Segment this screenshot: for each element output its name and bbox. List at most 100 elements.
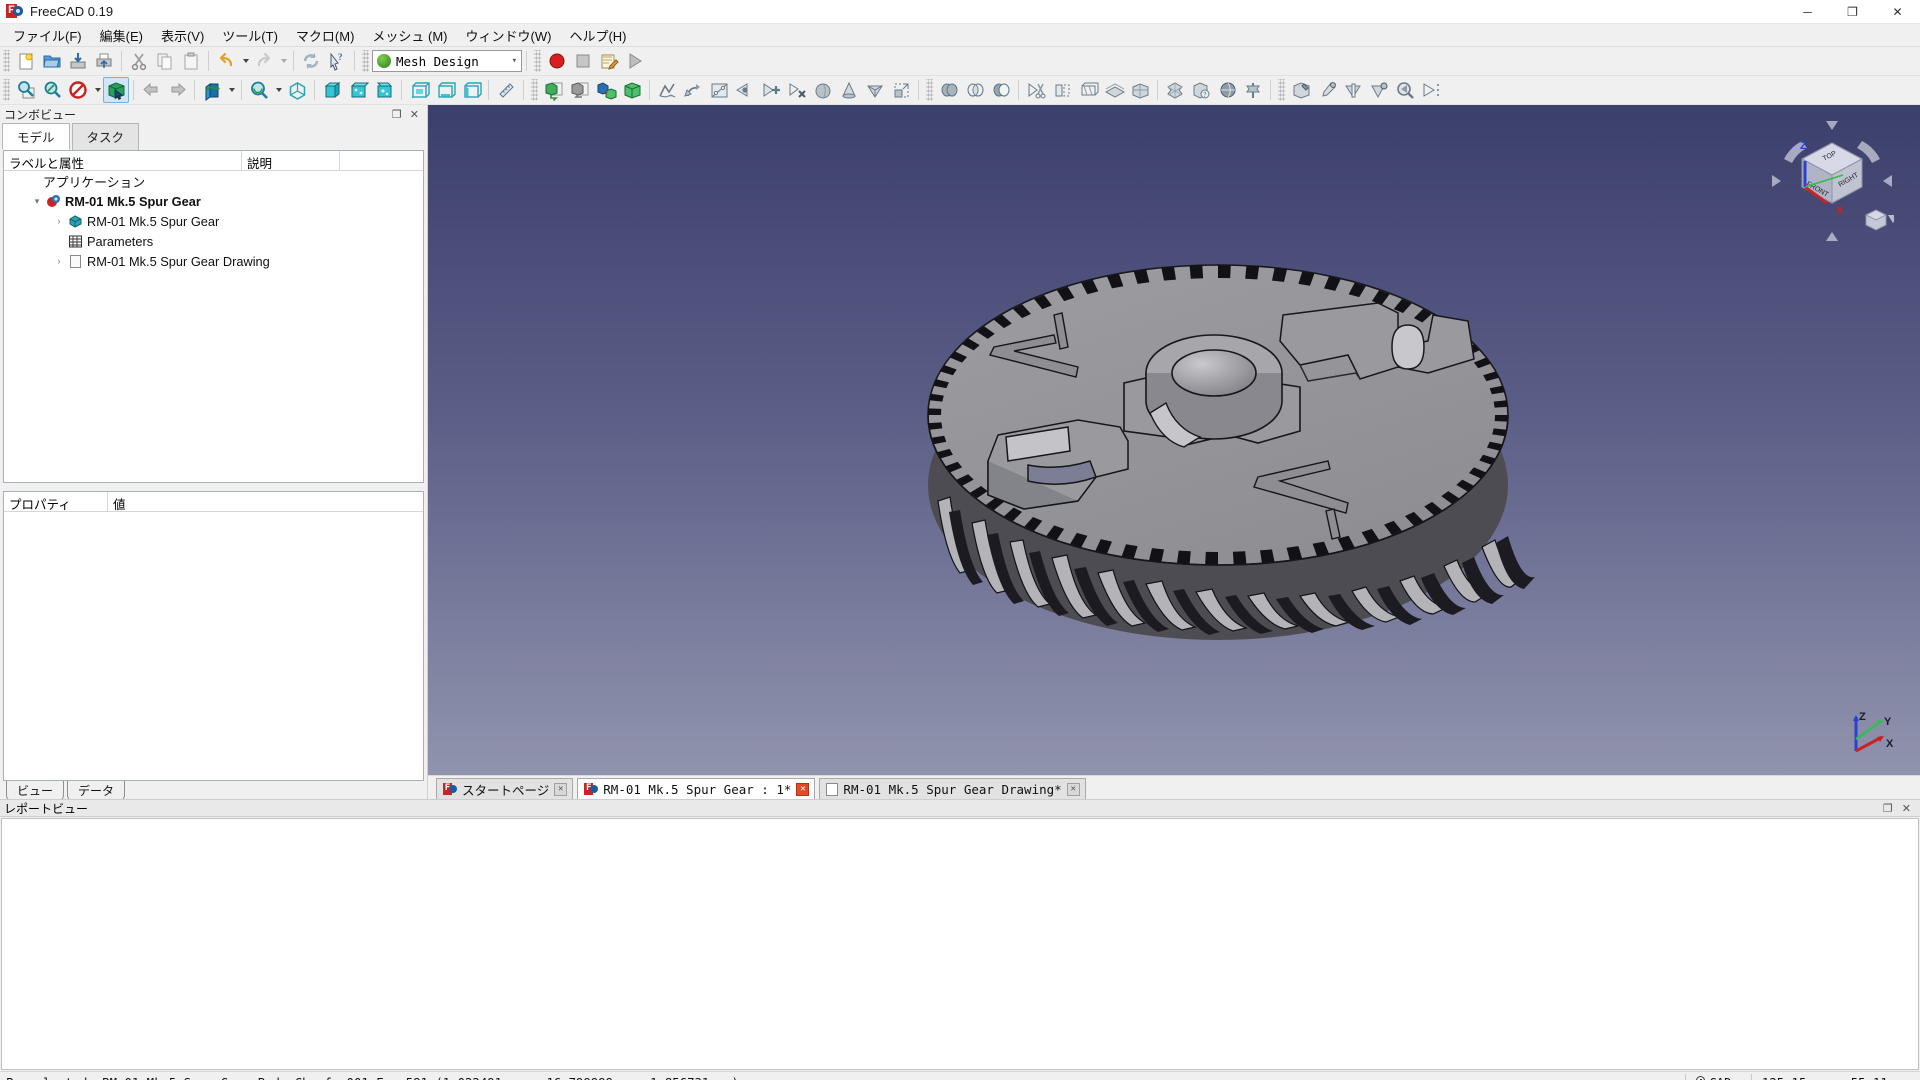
tree-item[interactable]: ▾ RM-01 Mk.5 Spur Gear [4, 191, 423, 211]
record-macro-button[interactable] [544, 48, 570, 74]
document-tab[interactable]: F スタートページ ✕ [436, 778, 574, 799]
save-document-button[interactable] [65, 48, 91, 74]
menu-file[interactable]: ファイル(F) [4, 23, 91, 48]
minimize-button[interactable]: ─ [1785, 0, 1830, 24]
import-mesh-button[interactable] [541, 77, 567, 103]
tree-expander-icon[interactable]: › [52, 256, 66, 266]
mesh-to-shape-button[interactable] [619, 77, 645, 103]
menu-window[interactable]: ウィンドウ(W) [457, 23, 561, 48]
curvature-plot-button[interactable] [1240, 77, 1266, 103]
regular-solid-cone-button[interactable] [836, 77, 862, 103]
report-view-output[interactable] [1, 818, 1919, 1070]
document-tab[interactable]: F RM-01 Mk.5 Spur Gear : 1* ✕ [577, 778, 816, 799]
top-view-button[interactable] [345, 77, 371, 103]
new-document-button[interactable] [13, 48, 39, 74]
front-view-button[interactable] [319, 77, 345, 103]
menu-macro[interactable]: マクロ(M) [287, 23, 364, 48]
navigation-style-selector[interactable]: CAD ▾ [1685, 1073, 1751, 1080]
model-tree[interactable]: ラベルと属性 説明 アプリケーション ▾ RM-01 Mk.5 Spur Gear ›… [3, 150, 424, 483]
tree-item[interactable]: アプリケーション [4, 171, 423, 191]
select-box-button[interactable] [103, 77, 129, 103]
regular-solid-sphere-button[interactable] [810, 77, 836, 103]
draw-style-button[interactable] [65, 77, 91, 103]
toolbar-grip-mesh[interactable] [531, 79, 538, 101]
std-views-button[interactable] [199, 77, 225, 103]
rear-view-button[interactable] [406, 77, 432, 103]
copy-button[interactable] [152, 48, 178, 74]
maximize-button[interactable]: ❐ [1830, 0, 1875, 24]
previous-view-button[interactable] [138, 77, 164, 103]
combo-tab-tasks[interactable]: タスク [71, 123, 140, 150]
cut-mesh-button[interactable] [1049, 77, 1075, 103]
navigation-cube[interactable]: TOP FRONT RIGHT Z X [1770, 119, 1898, 243]
shape-to-mesh-button[interactable] [593, 77, 619, 103]
cross-sections-button[interactable] [1101, 77, 1127, 103]
inspect-button[interactable] [1392, 77, 1418, 103]
boundings-info-button[interactable] [1366, 77, 1392, 103]
combo-tab-model[interactable]: モデル [2, 123, 70, 150]
edit-macro-button[interactable] [596, 48, 622, 74]
toolbar-grip-analyze[interactable] [1278, 79, 1285, 101]
right-view-button[interactable] [371, 77, 397, 103]
add-triangle-button[interactable] [758, 77, 784, 103]
toolbar-grip[interactable] [3, 50, 10, 72]
bottom-view-button[interactable] [432, 77, 458, 103]
flip-normals-button[interactable] [706, 77, 732, 103]
isometric-view-button[interactable] [284, 77, 310, 103]
boolean-difference-button[interactable] [988, 77, 1014, 103]
close-icon[interactable]: ✕ [1066, 782, 1080, 796]
redo-button[interactable] [251, 48, 277, 74]
document-tab[interactable]: RM-01 Mk.5 Spur Gear Drawing* ✕ [819, 778, 1086, 799]
paste-button[interactable] [178, 48, 204, 74]
tree-item[interactable]: Parameters [4, 231, 423, 251]
toolbar-grip-boolean[interactable] [926, 79, 933, 101]
3d-viewport[interactable]: TOP FRONT RIGHT Z X Z Y X [428, 105, 1920, 775]
combo-view-close-icon[interactable]: ✕ [410, 108, 419, 121]
cut-button[interactable] [126, 48, 152, 74]
toolbar-grip-view[interactable] [3, 79, 10, 101]
regular-solid-polyhedron-button[interactable] [862, 77, 888, 103]
sections-button[interactable] [1418, 77, 1444, 103]
whats-this-button[interactable]: ? [324, 48, 350, 74]
std-views-dropdown-button[interactable] [225, 77, 237, 103]
fit-all-button[interactable] [13, 77, 39, 103]
boolean-union-button[interactable] [936, 77, 962, 103]
fit-selection-button[interactable] [39, 77, 65, 103]
scale-mesh-button[interactable] [888, 77, 914, 103]
decimation-button[interactable] [1162, 77, 1188, 103]
tree-item[interactable]: › RM-01 Mk.5 Spur Gear Drawing [4, 251, 423, 271]
workbench-selector[interactable]: Mesh Design ▾ [372, 50, 522, 72]
mesh-segmentation-button[interactable] [1127, 77, 1153, 103]
execute-macro-button[interactable] [622, 48, 648, 74]
redo-dropdown-button[interactable] [277, 48, 289, 74]
toolbar-grip-workbench[interactable] [362, 50, 369, 72]
analyze-curvature-button[interactable] [654, 77, 680, 103]
left-view-button[interactable] [458, 77, 484, 103]
toolbar-grip-macro[interactable] [534, 50, 541, 72]
tree-expander-icon[interactable]: › [52, 216, 66, 226]
combo-view-float-icon[interactable]: ❐ [392, 108, 402, 121]
tree-item[interactable]: › RM-01 Mk.5 Spur Gear [4, 211, 423, 231]
trim-mesh-button[interactable] [1023, 77, 1049, 103]
zoom-dropdown-button[interactable] [272, 77, 284, 103]
tree-expander-icon[interactable]: ▾ [30, 196, 44, 207]
undo-button[interactable] [213, 48, 239, 74]
property-editor[interactable]: プロパティ 値 [3, 491, 424, 781]
draw-style-dropdown-button[interactable] [91, 77, 103, 103]
undo-dropdown-button[interactable] [239, 48, 251, 74]
refresh-button[interactable] [298, 48, 324, 74]
menu-tools[interactable]: ツール(T) [213, 23, 287, 48]
menu-help[interactable]: ヘルプ(H) [560, 23, 635, 48]
harmonize-normals-button[interactable] [680, 77, 706, 103]
close-button[interactable]: ✕ [1875, 0, 1920, 24]
evaluate-repair-button[interactable]: ? [1188, 77, 1214, 103]
menu-view[interactable]: 表示(V) [152, 23, 213, 48]
evaluate-face-button[interactable] [1340, 77, 1366, 103]
stop-macro-button[interactable] [570, 48, 596, 74]
report-view-float-icon[interactable]: ❐ [1883, 802, 1893, 815]
report-view-close-icon[interactable]: ✕ [1902, 802, 1911, 815]
mesh-info-button[interactable] [1214, 77, 1240, 103]
open-document-button[interactable] [39, 48, 65, 74]
zoom-button[interactable] [246, 77, 272, 103]
boolean-intersection-button[interactable] [962, 77, 988, 103]
